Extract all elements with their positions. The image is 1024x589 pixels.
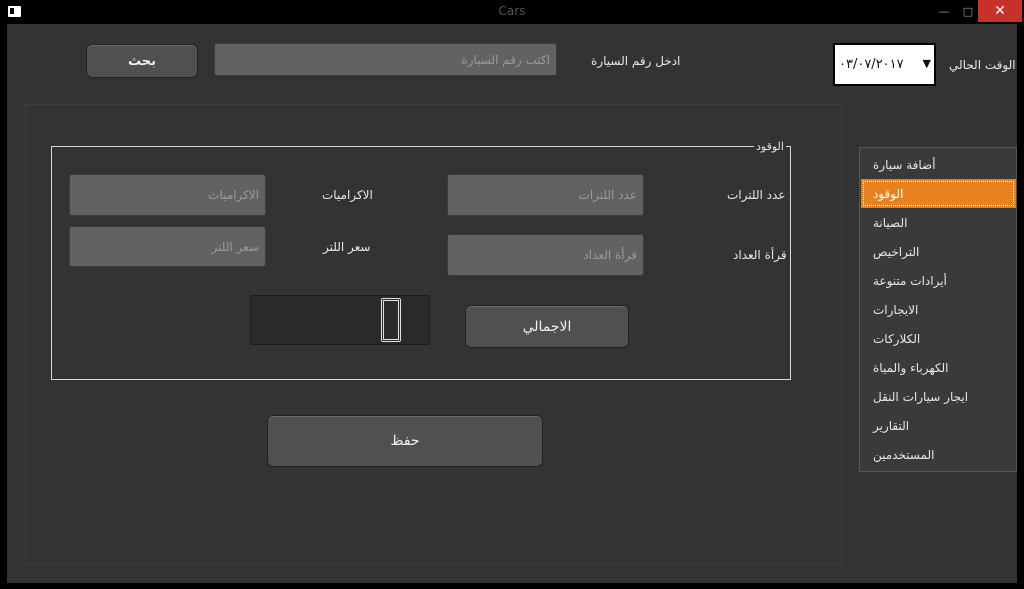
sidebar-item-truck-rental[interactable]: ايجار سيارات النقل bbox=[861, 382, 1016, 411]
window-title: Cars bbox=[498, 4, 526, 18]
placeholder-glyph-icon bbox=[381, 298, 401, 342]
chevron-down-icon[interactable]: ▼ bbox=[923, 57, 931, 70]
car-number-input[interactable]: اكتب رقم السيارة bbox=[214, 43, 557, 76]
sidebar-item-users[interactable]: المستخدمين bbox=[861, 440, 1016, 469]
sidebar-item-utilities[interactable]: الكهرباء والمياة bbox=[861, 353, 1016, 382]
window-border-right bbox=[1017, 24, 1024, 589]
sidebar-item-add-car[interactable]: أضافة سيارة bbox=[861, 150, 1016, 179]
title-bar: Cars — □ ✕ bbox=[0, 0, 1024, 24]
sidebar-item-fuel[interactable]: الوقود bbox=[861, 179, 1016, 208]
sidebar-item-reports[interactable]: التقارير bbox=[861, 411, 1016, 440]
total-display bbox=[250, 295, 430, 345]
liters-label: عدد اللترات bbox=[727, 188, 786, 202]
current-time-label: الوقت الحالي bbox=[949, 58, 1016, 72]
liters-input[interactable]: عدد اللترات bbox=[447, 174, 644, 216]
sidebar-item-rents[interactable]: الايجارات bbox=[861, 295, 1016, 324]
window-border-bottom bbox=[0, 583, 1024, 589]
price-per-liter-label: سعر اللتر bbox=[323, 240, 371, 254]
sidebar-item-misc-revenue[interactable]: أيرادات متنوعة bbox=[861, 266, 1016, 295]
window-border-left bbox=[0, 24, 7, 589]
meter-reading-label: قرأة العداد bbox=[733, 248, 787, 262]
date-picker[interactable]: ٠٣/٠٧/٢٠١٧ ▼ bbox=[833, 43, 936, 86]
save-button[interactable]: حفظ bbox=[267, 415, 543, 467]
sidebar-item-clerks[interactable]: الكلاركات bbox=[861, 324, 1016, 353]
car-number-label: ادخل رقم السيارة bbox=[591, 54, 681, 68]
date-value: ٠٣/٠٧/٢٠١٧ bbox=[839, 57, 904, 72]
total-button[interactable]: الاجمالي bbox=[465, 305, 629, 348]
fuel-group-title: الوقود bbox=[754, 140, 786, 153]
price-per-liter-input[interactable]: سعر اللتر bbox=[69, 226, 266, 267]
tips-label: الاكراميات bbox=[322, 188, 373, 202]
sidebar-item-licenses[interactable]: التراخيص bbox=[861, 237, 1016, 266]
meter-reading-input[interactable]: قرأة العداد bbox=[447, 234, 644, 276]
sidebar: أضافة سيارة الوقود الصيانة التراخيص أيرا… bbox=[859, 147, 1017, 472]
search-button[interactable]: بحث bbox=[86, 44, 198, 78]
sidebar-item-maintenance[interactable]: الصيانة bbox=[861, 208, 1016, 237]
close-icon[interactable]: ✕ bbox=[978, 0, 1022, 22]
tips-input[interactable]: الاكراميات bbox=[69, 174, 266, 216]
